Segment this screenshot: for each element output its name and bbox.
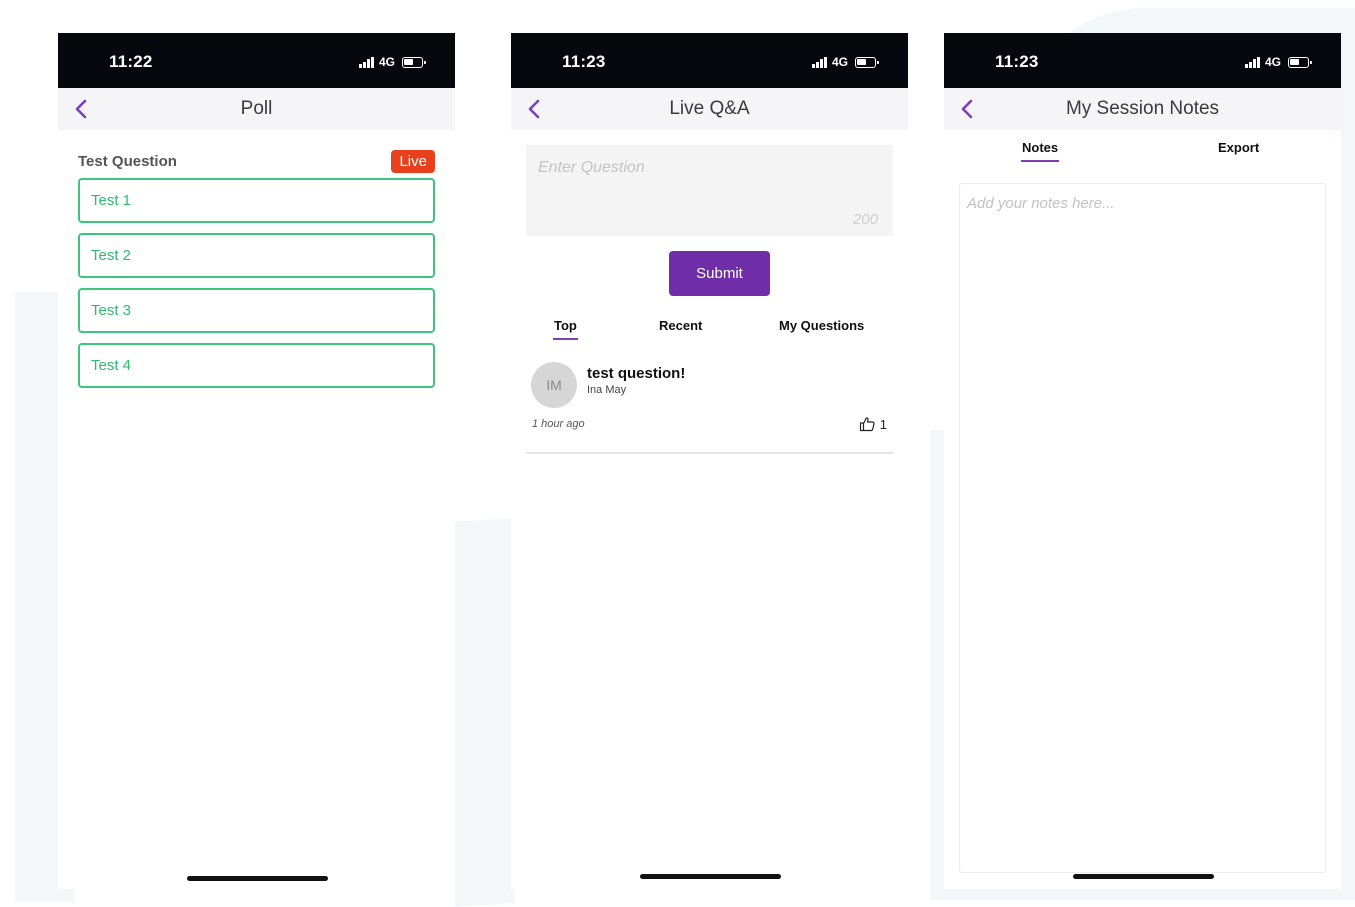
poll-option[interactable]: Test 3 [78,288,435,333]
like-button[interactable]: 1 [859,416,887,432]
status-bar: 11:23 4G [944,33,1341,88]
tab-my-questions[interactable]: My Questions [779,318,864,337]
battery-icon [1288,56,1312,68]
battery-icon [855,56,879,68]
poll-screen: 11:22 4G Poll Test Question Live Test 1 … [58,33,455,889]
tab-export[interactable]: Export [1218,140,1259,159]
signal-icon [812,56,827,68]
battery-icon [402,56,426,68]
submit-button[interactable]: Submit [669,251,770,296]
status-indicators: 4G [1245,55,1312,69]
notes-screen: 11:23 4G My Session Notes Notes Export [944,33,1341,889]
page-title: Live Q&A [669,98,750,119]
nav-bar: Live Q&A [511,88,908,130]
live-badge: Live [391,150,435,173]
tab-notes[interactable]: Notes [1020,140,1060,162]
status-bar: 11:23 4G [511,33,908,88]
poll-options: Test 1 Test 2 Test 3 Test 4 [78,178,435,398]
qa-tabs: Top Recent My Questions [526,318,893,342]
network-label: 4G [378,55,395,69]
home-indicator [186,876,328,881]
question-input[interactable] [526,145,893,236]
status-time: 11:23 [995,52,1039,71]
qa-screen: 11:23 4G Live Q&A 200 Submit Top Recent … [511,33,908,889]
background-shape [455,518,515,907]
page-title: Poll [240,98,273,119]
like-count: 1 [879,416,887,432]
status-time: 11:23 [562,52,606,71]
home-indicator [1072,874,1214,879]
signal-icon [1245,56,1260,68]
notes-input[interactable] [960,184,1325,872]
poll-option[interactable]: Test 2 [78,233,435,278]
poll-option[interactable]: Test 1 [78,178,435,223]
nav-bar: Poll [58,88,455,130]
poll-header: Test Question Live [78,150,435,176]
notes-box [959,183,1326,873]
status-indicators: 4G [359,55,426,69]
tab-recent[interactable]: Recent [659,318,702,337]
question-input-box: 200 [526,145,893,236]
question-item: IM test question! Ina May 1 hour ago 1 [526,356,893,454]
question-author: Ina May [587,384,627,396]
page-title: My Session Notes [1065,98,1220,119]
nav-bar: My Session Notes [944,88,1341,130]
char-counter: 200 [852,211,878,228]
home-indicator [639,874,781,879]
thumbs-up-icon [859,417,875,432]
tab-top[interactable]: Top [553,318,578,340]
question-text: test question! [587,365,686,382]
poll-question: Test Question [78,153,177,170]
poll-option[interactable]: Test 4 [78,343,435,388]
status-time: 11:22 [109,52,153,71]
notes-tabs: Notes Export [944,140,1341,164]
network-label: 4G [831,55,848,69]
status-bar: 11:22 4G [58,33,455,88]
avatar: IM [531,362,577,408]
question-timestamp: 1 hour ago [532,418,585,430]
signal-icon [359,56,374,68]
network-label: 4G [1264,55,1281,69]
status-indicators: 4G [812,55,879,69]
